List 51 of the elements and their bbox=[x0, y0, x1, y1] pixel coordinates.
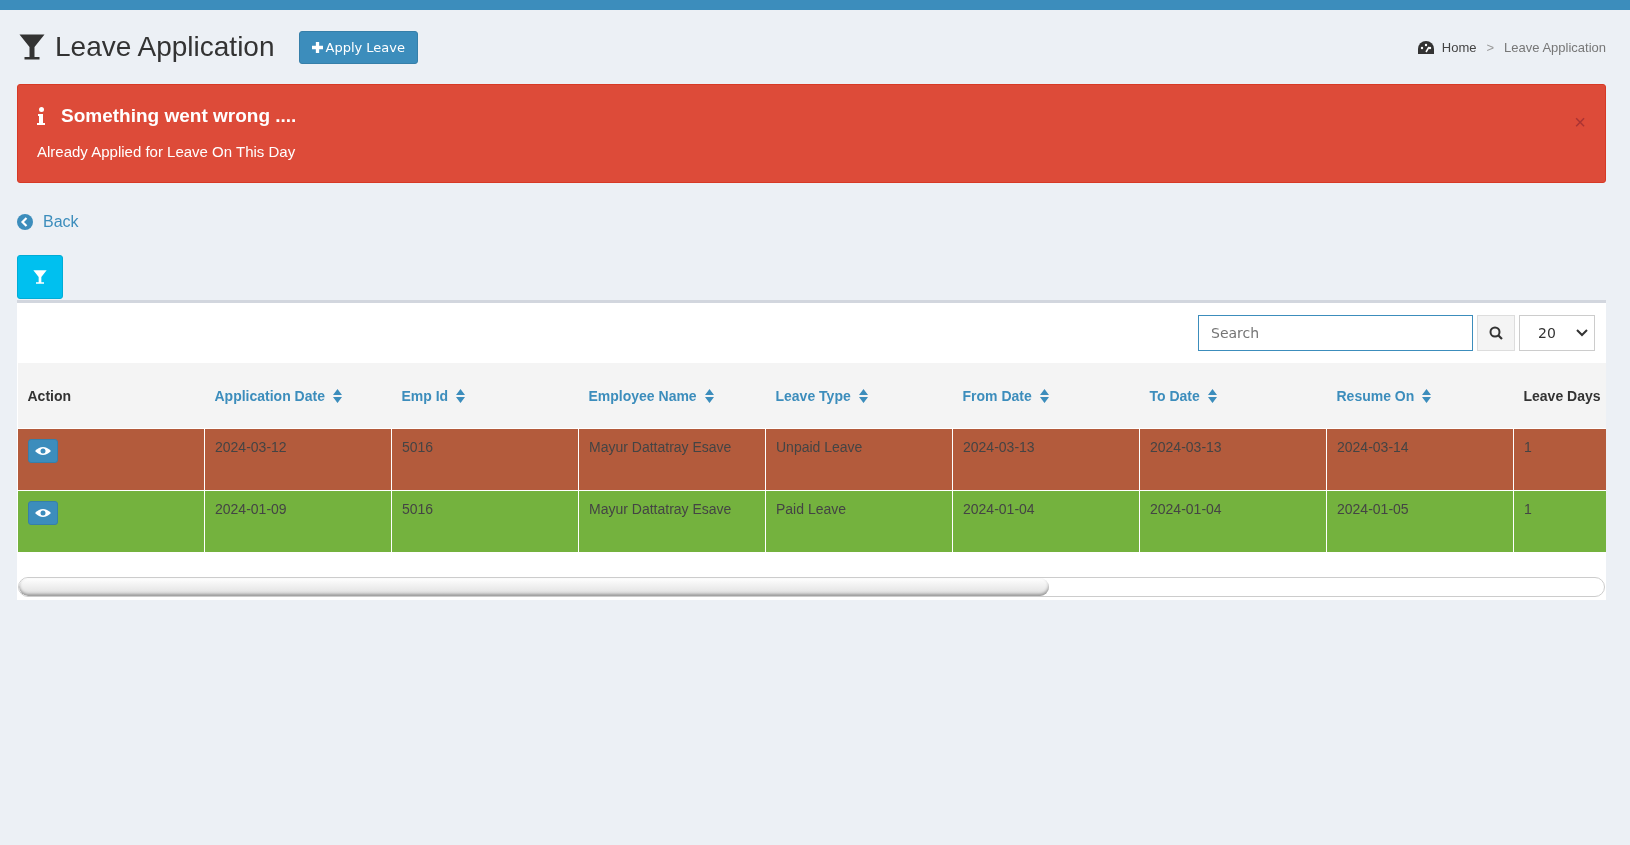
column-header[interactable]: Employee Name bbox=[578, 363, 766, 429]
page-title: Leave Application bbox=[17, 31, 275, 63]
view-button[interactable] bbox=[28, 439, 58, 463]
plus-icon bbox=[311, 41, 323, 53]
table-cell: 1 bbox=[1513, 428, 1606, 491]
column-header[interactable]: To Date bbox=[1139, 363, 1327, 429]
table-cell: 2024-03-13 bbox=[952, 428, 1140, 491]
column-header[interactable]: From Date bbox=[952, 363, 1140, 429]
column-header[interactable]: Leave Type bbox=[765, 363, 953, 429]
table-cell: 5016 bbox=[391, 428, 579, 491]
filter-icon bbox=[17, 32, 47, 62]
search-button[interactable] bbox=[1477, 315, 1515, 351]
filter-button[interactable] bbox=[17, 255, 63, 299]
table-cell: 2024-01-04 bbox=[1139, 490, 1327, 553]
table-cell: 2024-01-05 bbox=[1326, 490, 1514, 553]
eye-icon bbox=[35, 508, 51, 518]
chevron-down-icon bbox=[1576, 329, 1588, 337]
column-header[interactable]: Resume On bbox=[1326, 363, 1514, 429]
view-button[interactable] bbox=[28, 501, 58, 525]
table-cell: 2024-01-09 bbox=[204, 490, 392, 553]
alert-title: Something went wrong .... bbox=[61, 105, 297, 127]
apply-leave-button[interactable]: Apply Leave bbox=[298, 30, 419, 64]
table-cell: 5016 bbox=[391, 490, 579, 553]
table-cell: Unpaid Leave bbox=[765, 428, 953, 491]
dashboard-icon bbox=[1417, 40, 1434, 54]
column-header[interactable]: Application Date bbox=[204, 363, 392, 429]
page-size-select[interactable]: 20 bbox=[1519, 315, 1595, 351]
info-icon bbox=[37, 107, 45, 125]
scrollbar-thumb[interactable] bbox=[19, 578, 1049, 596]
table-cell: 2024-03-14 bbox=[1326, 428, 1514, 491]
column-header: Leave Days bbox=[1513, 363, 1606, 429]
alert-message: Already Applied for Leave On This Day bbox=[37, 143, 297, 160]
breadcrumb-link[interactable]: Home bbox=[1417, 39, 1477, 55]
horizontal-scrollbar[interactable] bbox=[18, 577, 1605, 597]
table-cell: 2024-03-12 bbox=[204, 428, 392, 491]
breadcrumb-current: Leave Application bbox=[1504, 39, 1606, 55]
search-icon bbox=[1489, 326, 1503, 340]
column-header[interactable]: Emp Id bbox=[391, 363, 579, 429]
back-link[interactable]: Back bbox=[17, 213, 79, 231]
table-cell: 2024-03-13 bbox=[1139, 428, 1327, 491]
table-cell: Mayur Dattatray Esave bbox=[578, 490, 766, 553]
search-field[interactable]: Search bbox=[1198, 315, 1473, 351]
back-icon bbox=[17, 214, 33, 230]
column-header: Action bbox=[17, 363, 205, 429]
filter-icon bbox=[32, 269, 48, 285]
table-cell: Mayur Dattatray Esave bbox=[578, 428, 766, 491]
table-cell: 1 bbox=[1513, 490, 1606, 553]
table-cell: 2024-01-04 bbox=[952, 490, 1140, 553]
breadcrumb-separator: > bbox=[1486, 39, 1495, 55]
eye-icon bbox=[35, 446, 51, 456]
table-cell: Paid Leave bbox=[765, 490, 953, 553]
